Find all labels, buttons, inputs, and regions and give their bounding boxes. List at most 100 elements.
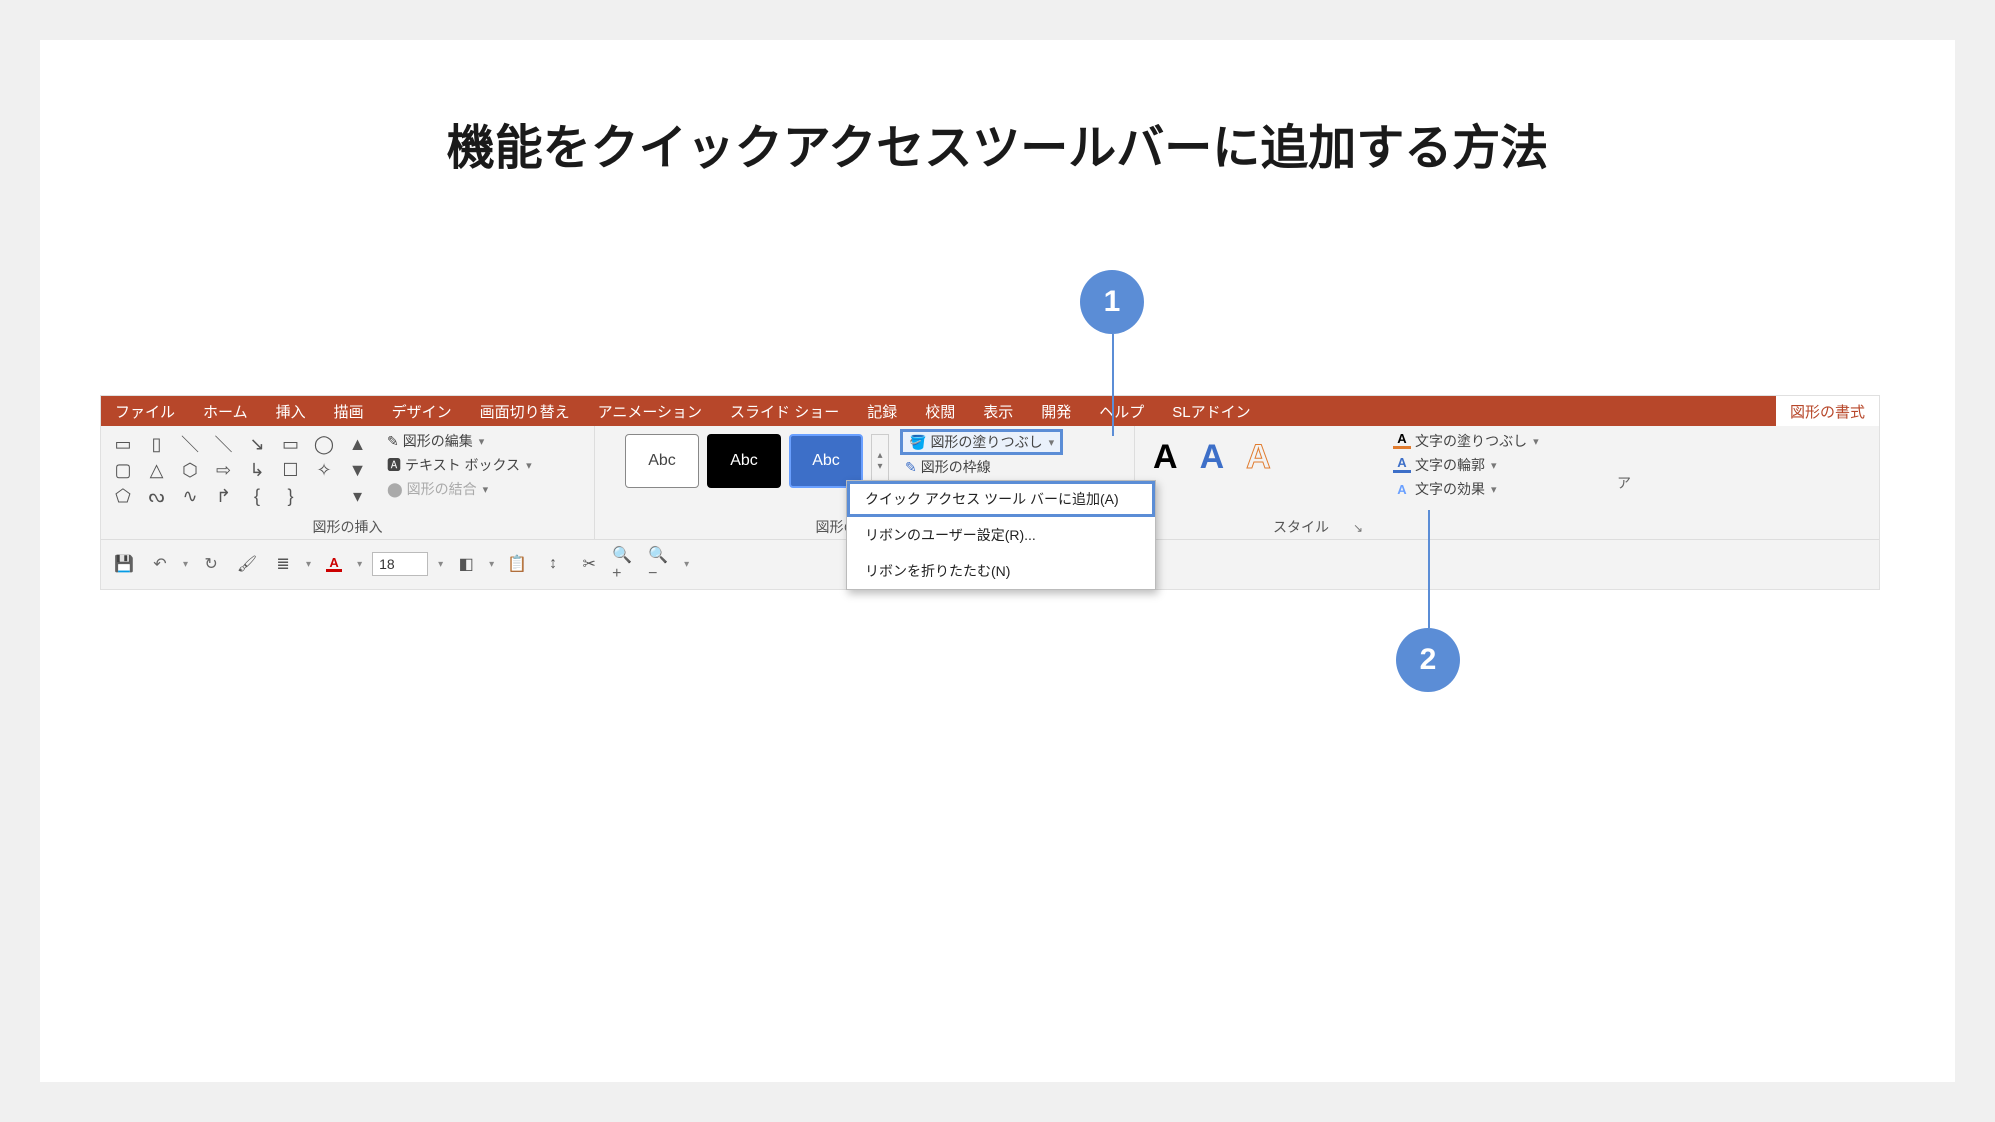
- shape-callout-icon[interactable]: ☐: [279, 458, 303, 482]
- text-fill-button[interactable]: A 文字の塗りつぶし ▾: [1391, 430, 1541, 452]
- qat-zoom-out-icon[interactable]: 🔍−: [648, 551, 674, 577]
- qat-zoom-in-icon[interactable]: 🔍+: [612, 551, 638, 577]
- paint-bucket-icon: 🪣: [909, 434, 926, 451]
- shape-line-icon[interactable]: ＼: [178, 432, 202, 456]
- tab-file[interactable]: ファイル: [101, 396, 189, 426]
- shape-connector2-icon[interactable]: ↱: [212, 484, 236, 508]
- edit-shapes-icon: ✎: [387, 433, 399, 450]
- shape-gallery-up-icon[interactable]: ▲: [346, 432, 370, 456]
- tab-view[interactable]: 表示: [969, 396, 1027, 426]
- qat-redo-icon[interactable]: ↻: [198, 551, 224, 577]
- tab-help[interactable]: ヘルプ: [1085, 396, 1158, 426]
- shape-textbox2-icon[interactable]: ▯: [145, 432, 169, 456]
- chevron-down-icon: ▾: [526, 459, 532, 472]
- menu-collapse-ribbon[interactable]: リボンを折りたたむ(N): [847, 553, 1155, 589]
- qat-font-size-dropdown[interactable]: ▾: [438, 559, 443, 570]
- shapes-gallery[interactable]: ▭ ▯ ＼ ＼ ↘ ▭ ◯ ▲ ▢ △ ⬡ ⇨ ↳ ☐ ✧: [109, 430, 379, 510]
- menu-collapse-ribbon-label: リボンを折りたたむ(N): [865, 563, 1010, 579]
- wordart-dialog-launcher[interactable]: ↘: [1353, 521, 1363, 535]
- style-swatch-2[interactable]: Abc: [707, 434, 781, 488]
- shape-curve-icon[interactable]: ∿: [178, 484, 202, 508]
- wordart-label-text: スタイル: [1273, 519, 1329, 535]
- ribbon-context-menu: クイック アクセス ツール バーに追加(A) リボンのユーザー設定(R)... …: [846, 480, 1156, 590]
- group-insert-shapes-label: 図形の挿入: [109, 515, 586, 537]
- callout-2-line: [1428, 510, 1430, 628]
- tab-draw[interactable]: 描画: [320, 396, 378, 426]
- shape-outline-button[interactable]: ✎ 図形の枠線: [901, 456, 1062, 478]
- shape-brace-r-icon[interactable]: }: [279, 484, 303, 508]
- tab-record[interactable]: 記録: [853, 396, 911, 426]
- qat-undo-dropdown[interactable]: ▾: [183, 559, 188, 570]
- shape-outline-label: 図形の枠線: [921, 457, 991, 477]
- shape-star-icon[interactable]: ✧: [312, 458, 336, 482]
- qat-save-icon[interactable]: 💾: [111, 551, 137, 577]
- shape-triangle-icon[interactable]: △: [145, 458, 169, 482]
- pen-outline-icon: ✎: [905, 459, 917, 476]
- text-effects-label: 文字の効果: [1415, 479, 1485, 499]
- tab-shape-format[interactable]: 図形の書式: [1776, 396, 1879, 426]
- qat-bullets-icon[interactable]: ≣: [270, 551, 296, 577]
- menu-add-to-qat[interactable]: クイック アクセス ツール バーに追加(A): [847, 481, 1155, 517]
- text-outline-icon: A: [1393, 457, 1411, 473]
- text-fill-label: 文字の塗りつぶし: [1415, 431, 1527, 451]
- text-outline-button[interactable]: A 文字の輪郭 ▾: [1391, 454, 1541, 476]
- tab-animations[interactable]: アニメーション: [584, 396, 716, 426]
- shape-roundrect-icon[interactable]: ▢: [111, 458, 135, 482]
- shape-rect-icon[interactable]: ▭: [279, 432, 303, 456]
- qat-paste-icon[interactable]: 📋: [504, 551, 530, 577]
- qat-customize-dropdown[interactable]: ▾: [684, 559, 689, 570]
- text-effects-button[interactable]: A 文字の効果 ▾: [1391, 478, 1541, 500]
- style-swatch-1[interactable]: Abc: [625, 434, 699, 488]
- wordart-sample-1[interactable]: A: [1153, 438, 1178, 477]
- callout-1-badge: 1: [1080, 270, 1144, 334]
- qat-bullets-dropdown[interactable]: ▾: [306, 559, 311, 570]
- qat-shapes-icon[interactable]: ◧: [453, 551, 479, 577]
- shape-arrow-icon[interactable]: ⇨: [212, 458, 236, 482]
- qat-line-spacing-icon[interactable]: ↕: [540, 551, 566, 577]
- tab-review[interactable]: 校閲: [911, 396, 969, 426]
- tab-design[interactable]: デザイン: [378, 396, 466, 426]
- shape-textbox-icon[interactable]: ▭: [111, 432, 135, 456]
- shape-hexagon-icon[interactable]: ⬡: [178, 458, 202, 482]
- shape-line2-icon[interactable]: ＼: [212, 432, 236, 456]
- chevron-down-icon: ▾: [1533, 435, 1539, 448]
- text-fill-icon: A: [1393, 433, 1411, 449]
- qat-font-color-icon[interactable]: A: [321, 551, 347, 577]
- menu-customize-ribbon[interactable]: リボンのユーザー設定(R)...: [847, 517, 1155, 553]
- merge-shapes-label: 図形の結合: [407, 479, 477, 499]
- qat-undo-icon[interactable]: ↶: [147, 551, 173, 577]
- shape-gallery-more-icon[interactable]: ▾: [346, 484, 370, 508]
- group-text-styles-commands: A 文字の塗りつぶし ▾ A 文字の輪郭 ▾ A 文字の効果 ▾: [1375, 426, 1615, 539]
- ribbon-tabs: ファイル ホーム 挿入 描画 デザイン 画面切り替え アニメーション スライド …: [101, 396, 1879, 426]
- wordart-sample-2[interactable]: A: [1200, 438, 1225, 477]
- qat-eyedropper-icon[interactable]: ✂: [576, 551, 602, 577]
- wordart-sample-3[interactable]: A: [1246, 438, 1271, 477]
- shape-connector-icon[interactable]: ↳: [245, 458, 269, 482]
- tab-home[interactable]: ホーム: [189, 396, 262, 426]
- tab-sladdin[interactable]: SLアドイン: [1158, 396, 1264, 426]
- shape-freeform-icon[interactable]: ⬠: [111, 484, 135, 508]
- text-outline-label: 文字の輪郭: [1415, 455, 1485, 475]
- chevron-down-icon: ▾: [479, 435, 485, 448]
- tab-transitions[interactable]: 画面切り替え: [466, 396, 584, 426]
- shape-fill-label: 図形の塗りつぶし: [930, 432, 1042, 452]
- shape-arrowline-icon[interactable]: ↘: [245, 432, 269, 456]
- tab-slideshow[interactable]: スライド ショー: [716, 396, 853, 426]
- overflow-text: ア: [1617, 473, 1631, 493]
- shape-fill-button[interactable]: 🪣 図形の塗りつぶし ▾: [901, 430, 1062, 454]
- qat-font-size-input[interactable]: 18: [372, 552, 428, 576]
- shape-brace-l-icon[interactable]: {: [245, 484, 269, 508]
- tab-insert[interactable]: 挿入: [262, 396, 320, 426]
- shape-gallery-down-icon[interactable]: ▼: [346, 458, 370, 482]
- wordart-preview[interactable]: A A A: [1143, 430, 1367, 477]
- edit-shapes-label: 図形の編集: [403, 431, 473, 451]
- qat-shapes-dropdown[interactable]: ▾: [489, 559, 494, 570]
- group-empty-label: [1383, 519, 1607, 537]
- text-box-button[interactable]: 🅰 テキスト ボックス ▾: [385, 454, 534, 476]
- shape-scribble-icon[interactable]: ᔓ: [145, 484, 169, 508]
- edit-shapes-button[interactable]: ✎ 図形の編集 ▾: [385, 430, 534, 452]
- shape-oval-icon[interactable]: ◯: [312, 432, 336, 456]
- qat-font-color-dropdown[interactable]: ▾: [357, 559, 362, 570]
- qat-format-painter-icon[interactable]: 🖌: [234, 551, 260, 577]
- tab-developer[interactable]: 開発: [1027, 396, 1085, 426]
